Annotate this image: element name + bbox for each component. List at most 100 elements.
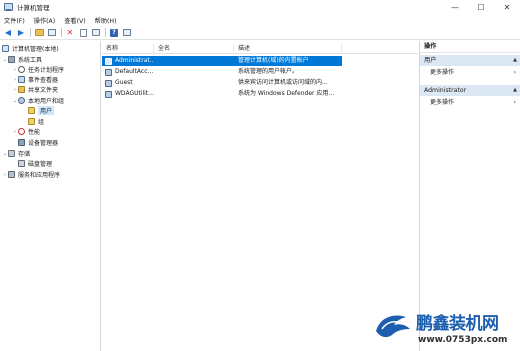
row-name: DefaultAcc... xyxy=(115,68,154,75)
tree-users[interactable]: 用户 xyxy=(28,106,55,115)
more-actions-users[interactable]: 更多操作 › xyxy=(420,68,520,78)
tree-local-users-groups[interactable]: ⌄ 本地用户和组 xyxy=(12,96,64,105)
tree-label: 性能 xyxy=(28,129,41,136)
tree-event-viewer[interactable]: › 事件查看器 xyxy=(12,75,58,84)
row-description: 管理计算机(域)的内置帐户 xyxy=(238,57,309,64)
row-name: WDAGUtilit... xyxy=(115,90,154,97)
column-description[interactable]: 描述 xyxy=(234,44,342,54)
delete-icon[interactable]: ✕ xyxy=(65,28,75,38)
clock-icon xyxy=(18,66,25,73)
tree-task-scheduler[interactable]: › 任务计划程序 xyxy=(12,65,64,74)
row-name: Guest xyxy=(115,79,133,86)
actions-section-administrator[interactable]: Administrator ▲ xyxy=(420,85,520,96)
tree-label: 事件查看器 xyxy=(28,77,59,84)
row-description: 系统为 Windows Defender 应用... xyxy=(238,90,335,97)
device-manager-icon xyxy=(18,139,25,146)
tree-label: 组 xyxy=(38,119,45,126)
tree-label: 系统工具 xyxy=(18,57,43,64)
menu-view[interactable]: 查看(V) xyxy=(64,16,85,25)
chevron-right-icon: › xyxy=(513,69,516,76)
toolbar-separator xyxy=(105,28,106,37)
window-title: 计算机管理 xyxy=(17,4,50,12)
computer-management-icon xyxy=(4,3,13,11)
tools-icon xyxy=(8,56,15,63)
tree-storage[interactable]: ⌄ 存储 xyxy=(2,149,30,158)
close-button[interactable]: ✕ xyxy=(494,0,520,14)
watermark-brand: 鹏鑫装机网 xyxy=(416,314,499,334)
user-icon xyxy=(105,69,112,76)
table-row[interactable]: Guest 供来宾访问计算机或访问域的内... xyxy=(102,78,342,88)
section-label: 用户 xyxy=(424,57,437,64)
tree-system-tools[interactable]: ⌄ 系统工具 xyxy=(2,55,42,64)
menu-bar: 文件(F) 操作(A) 查看(V) 帮助(H) xyxy=(0,14,520,26)
menu-file[interactable]: 文件(F) xyxy=(4,16,25,25)
user-icon xyxy=(105,91,112,98)
navigation-tree: 计算机管理(本地) ⌄ 系统工具 › 任务计划程序 › 事件查看器 › 共享文件… xyxy=(0,41,101,351)
row-fullname xyxy=(158,78,234,88)
watermark-url: www.0753px.com xyxy=(418,335,508,345)
tree-services-apps[interactable]: › 服务和应用程序 xyxy=(2,170,60,179)
folder-icon xyxy=(28,118,35,125)
view-icon[interactable] xyxy=(122,28,132,38)
shared-folder-icon xyxy=(18,86,25,93)
tree-label: 存储 xyxy=(18,151,31,158)
tree-disk-management[interactable]: 磁盘管理 xyxy=(18,159,52,168)
tree-performance[interactable]: › 性能 xyxy=(12,127,40,136)
tree-label: 设备管理器 xyxy=(28,140,59,147)
more-actions-administrator[interactable]: 更多操作 › xyxy=(420,98,520,108)
tree-label: 磁盘管理 xyxy=(28,161,53,168)
user-list: 名称 全名 描述 Administrat... 管理计算机(域)的内置帐户 De… xyxy=(102,41,418,351)
column-fullname[interactable]: 全名 xyxy=(154,44,234,54)
more-actions-label: 更多操作 xyxy=(430,99,455,106)
section-label: Administrator xyxy=(424,87,467,94)
show-hide-tree-icon[interactable] xyxy=(47,28,57,38)
tree-root[interactable]: 计算机管理(本地) xyxy=(2,44,59,53)
table-row[interactable]: WDAGUtilit... 系统为 Windows Defender 应用... xyxy=(102,89,342,99)
actions-title: 操作 xyxy=(420,41,520,53)
actions-section-users[interactable]: 用户 ▲ xyxy=(420,55,520,66)
row-description: 系统管理的用户帐户。 xyxy=(238,68,299,75)
watermark: 鹏鑫装机网 www.0753px.com xyxy=(372,305,520,351)
row-fullname xyxy=(158,56,234,66)
users-icon xyxy=(18,97,25,104)
table-row[interactable]: DefaultAcc... 系统管理的用户帐户。 xyxy=(102,67,342,77)
row-fullname xyxy=(158,89,234,99)
tree-device-manager[interactable]: 设备管理器 xyxy=(12,138,58,147)
table-row[interactable]: Administrat... 管理计算机(域)的内置帐户 xyxy=(102,56,342,66)
forward-icon[interactable]: ▶ xyxy=(16,28,26,38)
more-actions-label: 更多操作 xyxy=(430,69,455,76)
toolbar-separator xyxy=(30,28,31,37)
up-icon[interactable] xyxy=(34,28,44,38)
minimize-button[interactable]: — xyxy=(442,0,468,14)
collapse-up-icon[interactable]: ▲ xyxy=(513,85,517,96)
properties-icon[interactable] xyxy=(78,28,88,38)
storage-icon xyxy=(8,150,15,157)
dragon-logo-icon xyxy=(376,315,410,338)
tree-label: 共享文件夹 xyxy=(28,87,59,94)
chevron-right-icon: › xyxy=(513,99,516,106)
menu-action[interactable]: 操作(A) xyxy=(34,16,55,25)
export-icon[interactable] xyxy=(91,28,101,38)
row-fullname xyxy=(158,67,234,77)
user-icon xyxy=(105,58,112,65)
performance-icon xyxy=(18,128,25,135)
list-header: 名称 全名 描述 xyxy=(102,44,418,54)
tree-groups[interactable]: 组 xyxy=(28,117,44,126)
tree-shared-folders[interactable]: › 共享文件夹 xyxy=(12,85,58,94)
toolbar: ◀ ▶ ✕ ? xyxy=(0,26,520,40)
user-icon xyxy=(105,80,112,87)
help-icon[interactable]: ? xyxy=(109,28,119,38)
row-name: Administrat... xyxy=(115,57,154,64)
menu-help[interactable]: 帮助(H) xyxy=(95,16,117,25)
collapse-up-icon[interactable]: ▲ xyxy=(513,55,517,66)
tree-label: 任务计划程序 xyxy=(28,67,65,74)
event-viewer-icon xyxy=(18,76,25,83)
services-icon xyxy=(8,171,15,178)
disk-icon xyxy=(18,160,25,167)
toolbar-separator xyxy=(61,28,62,37)
maximize-button[interactable]: ☐ xyxy=(468,0,494,14)
tree-label: 服务和应用程序 xyxy=(18,172,61,179)
folder-icon xyxy=(28,107,35,114)
back-icon[interactable]: ◀ xyxy=(3,28,13,38)
column-name[interactable]: 名称 xyxy=(102,44,154,54)
